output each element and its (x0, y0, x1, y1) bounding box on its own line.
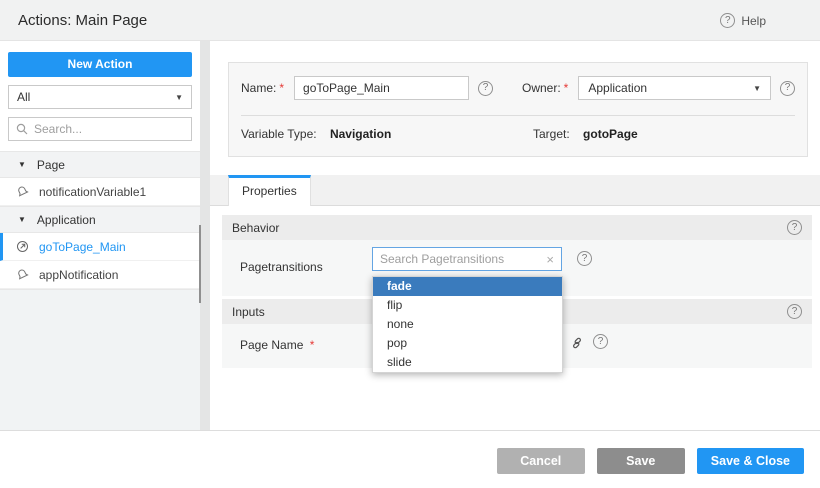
required-asterisk: * (279, 81, 284, 95)
sidebar-scrollbar-thumb[interactable] (199, 225, 201, 303)
tree-item-goToPage_Main[interactable]: goToPage_Main (0, 233, 200, 261)
clear-icon[interactable]: × (546, 252, 554, 267)
help-label: Help (741, 14, 766, 28)
help-icon[interactable]: ? (787, 220, 802, 235)
tree-item-label: appNotification (39, 268, 118, 282)
dropdown-option-slide[interactable]: slide (373, 353, 562, 372)
action-editor: Name: * ? Owner: * Application ▼ ? Varia… (210, 41, 820, 430)
save-button[interactable]: Save (597, 448, 685, 474)
chevron-down-icon: ▼ (753, 84, 761, 93)
collapse-triangle-icon: ▼ (18, 160, 26, 169)
tab-bar: Properties (210, 175, 820, 206)
footer: Cancel Save Save & Close (0, 431, 820, 488)
help-icon[interactable]: ? (577, 251, 592, 266)
name-field[interactable] (294, 76, 469, 100)
goto-page-icon (16, 240, 29, 253)
collapse-triangle-icon: ▼ (18, 215, 26, 224)
help-icon: ? (720, 13, 735, 28)
pagetransitions-dropdown: fade flip none pop slide (372, 276, 563, 373)
target-value: gotoPage (583, 127, 638, 141)
top-bar: Actions: Main Page ? Help (0, 0, 820, 41)
behavior-section-title: Behavior (232, 221, 279, 235)
tab-properties[interactable]: Properties (228, 175, 311, 206)
sidebar-filler (0, 289, 200, 430)
owner-select[interactable]: Application ▼ (578, 76, 771, 100)
chevron-down-icon: ▼ (175, 93, 183, 102)
pagetransitions-label: Pagetransitions (240, 260, 323, 274)
pagetransitions-combobox[interactable]: × (372, 247, 562, 271)
sidebar-search[interactable] (8, 117, 192, 141)
tree-group-application[interactable]: ▼ Application (0, 206, 200, 233)
owner-label: Owner: (522, 81, 561, 95)
filter-select[interactable]: All ▼ (8, 85, 192, 109)
owner-select-value: Application (588, 81, 647, 95)
required-asterisk: * (564, 81, 569, 95)
variable-type-label: Variable Type: (241, 127, 317, 141)
tree-group-label: Application (37, 213, 96, 227)
search-input[interactable] (34, 122, 184, 136)
panel-divider (200, 41, 210, 430)
search-icon (16, 123, 28, 135)
variable-type-value: Navigation (330, 127, 391, 141)
dropdown-option-none[interactable]: none (373, 315, 562, 334)
filter-select-value: All (17, 90, 30, 104)
tree-item-notificationVariable1[interactable]: notificationVariable1 (0, 178, 200, 206)
target-label: Target: (533, 127, 570, 141)
name-label: Name: (241, 81, 276, 95)
help-icon[interactable]: ? (787, 304, 802, 319)
cancel-button[interactable]: Cancel (497, 448, 585, 474)
tree-item-label: notificationVariable1 (39, 185, 146, 199)
pagetransitions-search-input[interactable] (380, 252, 542, 266)
action-header-card: Name: * ? Owner: * Application ▼ ? Varia… (228, 62, 808, 157)
help-icon[interactable]: ? (478, 81, 493, 96)
notification-icon (16, 268, 29, 281)
notification-icon (16, 185, 29, 198)
new-action-button[interactable]: New Action (8, 52, 192, 77)
save-and-close-button[interactable]: Save & Close (697, 448, 804, 474)
dropdown-option-pop[interactable]: pop (373, 334, 562, 353)
page-name-label: Page Name * (240, 338, 314, 352)
binding-link-icon[interactable] (570, 336, 584, 350)
card-divider (241, 115, 795, 116)
help-icon[interactable]: ? (780, 81, 795, 96)
actions-sidebar: New Action All ▼ ▼ Page notificationVari… (0, 41, 200, 430)
required-asterisk: * (310, 338, 315, 352)
tree-item-label: goToPage_Main (39, 240, 126, 254)
tree-group-page[interactable]: ▼ Page (0, 151, 200, 178)
actions-tree: ▼ Page notificationVariable1 ▼ Applicati… (0, 151, 200, 289)
dropdown-option-fade[interactable]: fade (373, 277, 562, 296)
page-title: Actions: Main Page (18, 0, 147, 41)
dropdown-option-flip[interactable]: flip (373, 296, 562, 315)
tree-item-appNotification[interactable]: appNotification (0, 261, 200, 289)
help-button[interactable]: ? Help (720, 0, 766, 41)
inputs-section-title: Inputs (232, 305, 265, 319)
help-icon[interactable]: ? (593, 334, 608, 349)
tree-group-label: Page (37, 158, 65, 172)
